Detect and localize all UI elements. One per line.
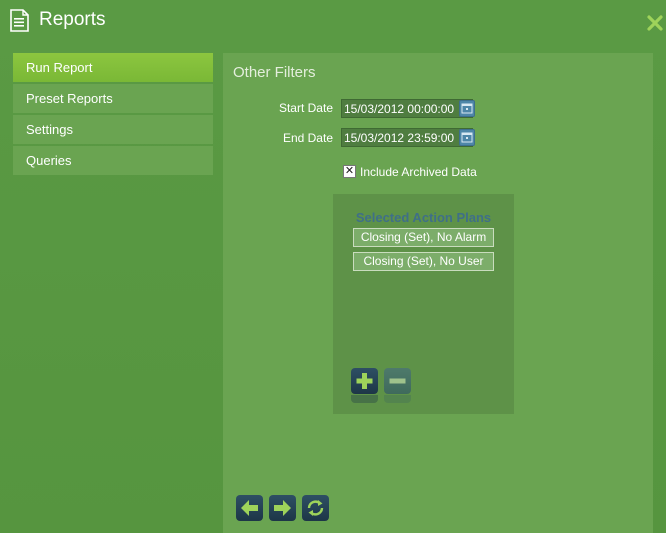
document-icon bbox=[10, 9, 29, 32]
reports-window: Reports Run Report Preset Reports Settin… bbox=[0, 0, 666, 533]
end-date-input[interactable] bbox=[341, 128, 473, 147]
button-reflection bbox=[384, 395, 411, 403]
close-icon[interactable] bbox=[647, 15, 663, 31]
sidebar-item-settings[interactable]: Settings bbox=[13, 115, 213, 144]
filters-panel: Other Filters Start Date End Date ✕ Incl… bbox=[223, 53, 653, 533]
calendar-icon[interactable] bbox=[459, 100, 475, 117]
calendar-glyph-icon bbox=[461, 103, 473, 114]
button-reflection bbox=[351, 395, 378, 403]
refresh-icon bbox=[307, 500, 324, 516]
calendar-glyph-icon bbox=[461, 132, 473, 143]
refresh-button[interactable] bbox=[302, 495, 329, 521]
start-date-input[interactable] bbox=[341, 99, 473, 118]
title-bar: Reports bbox=[0, 0, 666, 44]
next-button[interactable] bbox=[269, 495, 296, 521]
sidebar-item-label: Run Report bbox=[26, 60, 93, 75]
arrow-right-icon bbox=[274, 500, 291, 516]
include-archived-label: Include Archived Data bbox=[360, 165, 477, 179]
sidebar-item-label: Settings bbox=[26, 122, 73, 137]
remove-plan-button[interactable] bbox=[384, 368, 411, 394]
list-item[interactable]: Closing (Set), No User bbox=[353, 252, 494, 271]
action-plans-title: Selected Action Plans bbox=[355, 210, 492, 225]
sidebar-item-preset-reports[interactable]: Preset Reports bbox=[13, 84, 213, 113]
plus-icon bbox=[356, 373, 373, 389]
list-item[interactable]: Closing (Set), No Alarm bbox=[353, 228, 494, 247]
panel-title: Other Filters bbox=[233, 64, 316, 81]
start-date-label: Start Date bbox=[278, 101, 333, 115]
end-date-label: End Date bbox=[282, 131, 333, 145]
include-archived-checkbox[interactable]: ✕ bbox=[343, 165, 356, 178]
sidebar-item-label: Preset Reports bbox=[26, 91, 113, 106]
sidebar-item-label: Queries bbox=[26, 153, 72, 168]
calendar-icon[interactable] bbox=[459, 129, 475, 146]
sidebar-item-run-report[interactable]: Run Report bbox=[13, 53, 213, 82]
action-plans-box: Selected Action Plans Closing (Set), No … bbox=[333, 194, 514, 414]
arrow-left-icon bbox=[241, 500, 258, 516]
sidebar-nav: Run Report Preset Reports Settings Queri… bbox=[13, 53, 213, 177]
window-title: Reports bbox=[39, 9, 106, 30]
add-plan-button[interactable] bbox=[351, 368, 378, 394]
minus-icon bbox=[389, 378, 406, 384]
sidebar-item-queries[interactable]: Queries bbox=[13, 146, 213, 175]
back-button[interactable] bbox=[236, 495, 263, 521]
